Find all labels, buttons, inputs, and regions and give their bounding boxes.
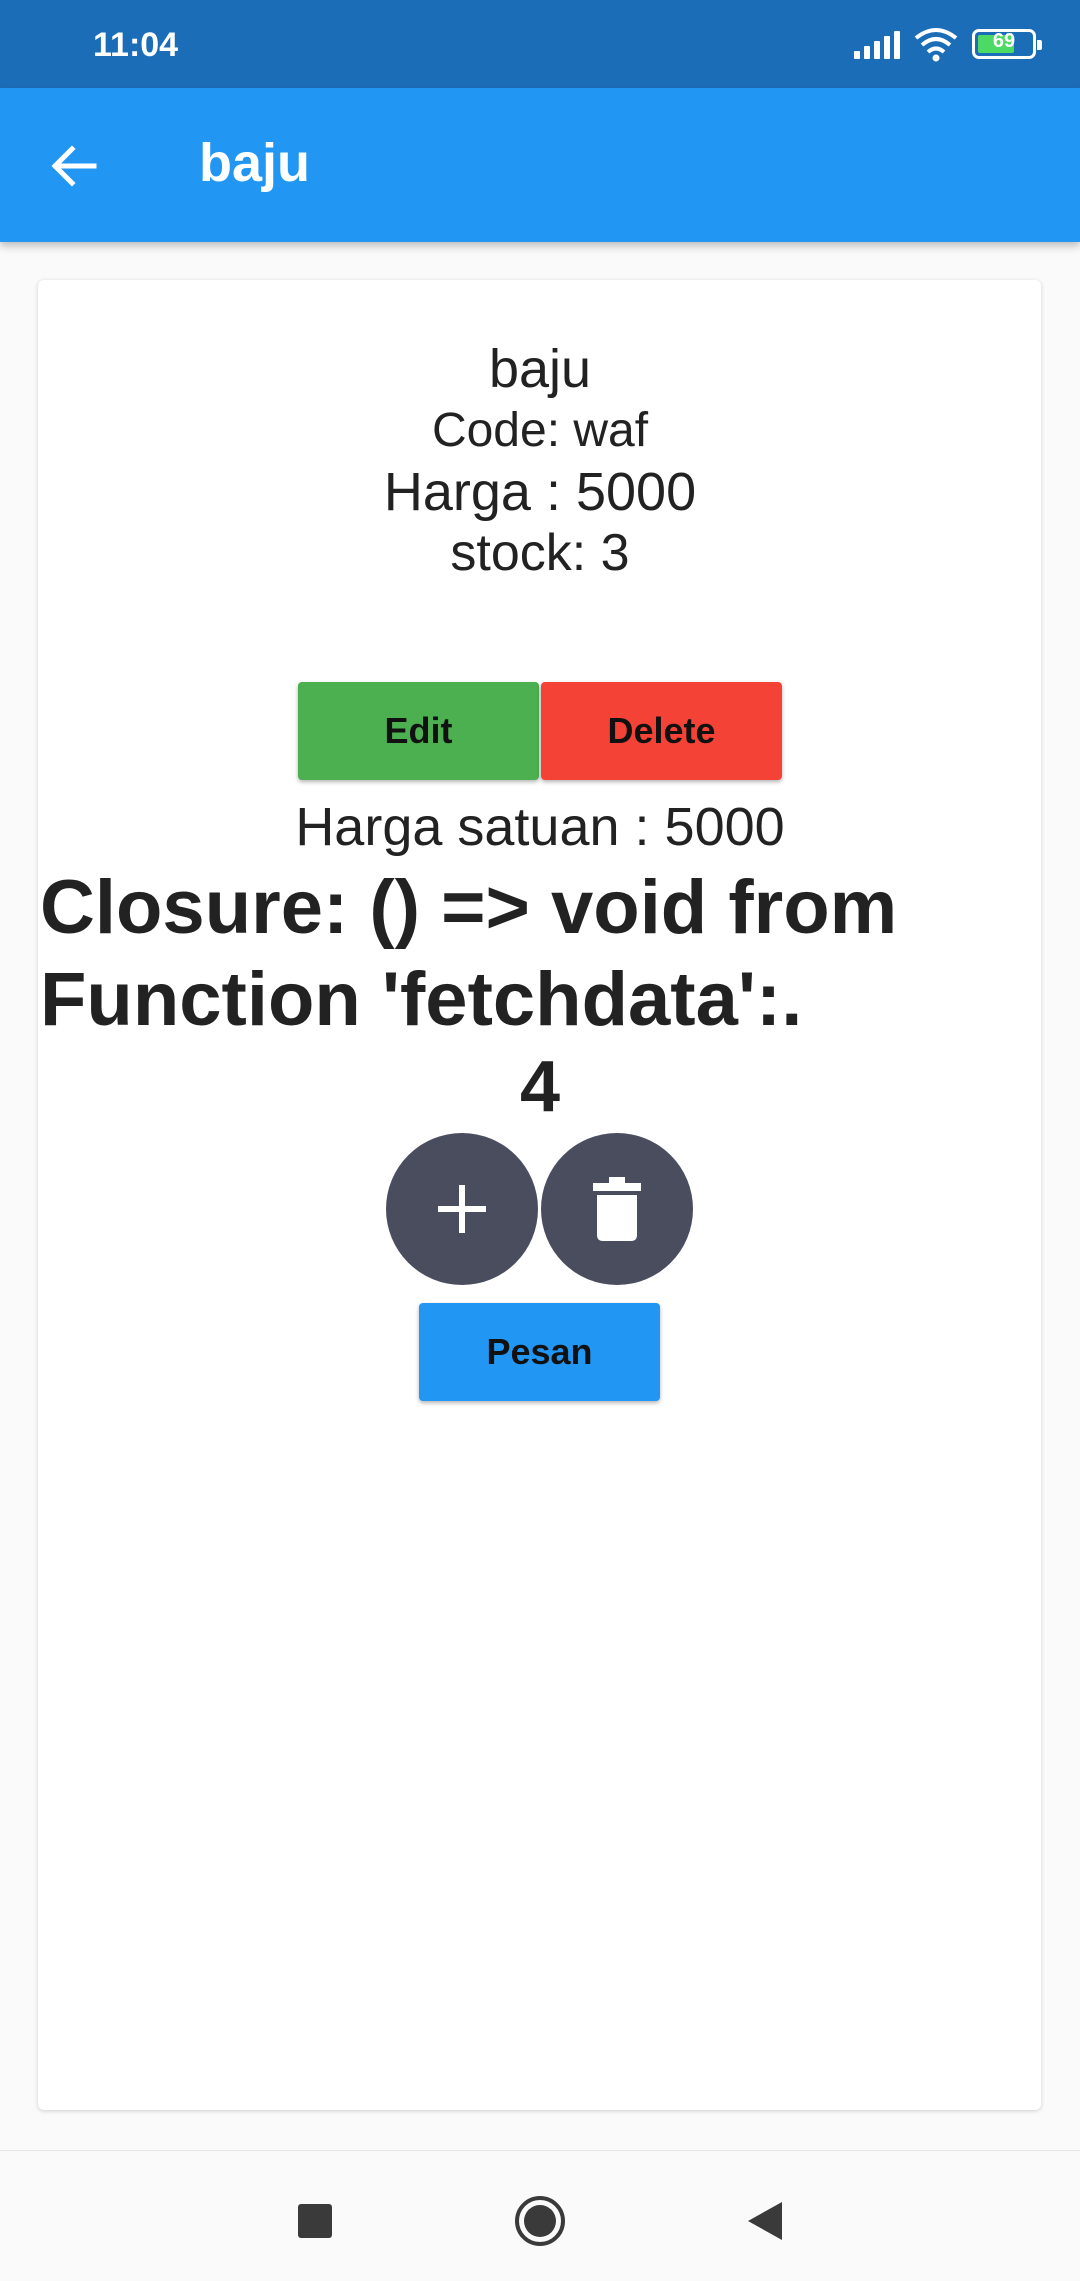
- status-time: 11:04: [93, 26, 179, 64]
- product-stock: stock: 3: [450, 524, 630, 582]
- navigation-bar: [0, 2150, 1080, 2281]
- status-bar: 11:04 69: [0, 0, 1080, 88]
- recent-apps-icon[interactable]: [285, 2191, 345, 2251]
- page-title: baju: [199, 133, 311, 193]
- delete-button[interactable]: Delete: [541, 682, 782, 780]
- order-button[interactable]: Pesan: [419, 1303, 660, 1401]
- product-name: baju: [488, 339, 592, 399]
- unit-price: Harga satuan : 5000: [295, 797, 785, 857]
- quantity-value: 4: [519, 1047, 561, 1127]
- battery-icon: 69: [972, 29, 1042, 59]
- edit-button[interactable]: Edit: [298, 682, 539, 780]
- trash-icon: [593, 1177, 641, 1241]
- signal-icon: [854, 29, 900, 59]
- add-quantity-button[interactable]: [386, 1133, 538, 1285]
- battery-level: 69: [992, 30, 1016, 52]
- closure-text: Closure: () => void from Function 'fetch…: [40, 865, 898, 1042]
- product-price: Harga : 5000: [383, 462, 697, 522]
- arrow-back-icon[interactable]: [46, 138, 102, 194]
- status-icons: 69: [854, 26, 1042, 62]
- remove-quantity-button[interactable]: [541, 1133, 693, 1285]
- plus-icon: [438, 1185, 486, 1233]
- wifi-icon: [914, 28, 958, 62]
- home-icon[interactable]: [510, 2191, 570, 2251]
- app-bar: baju: [0, 88, 1080, 242]
- back-icon[interactable]: [735, 2191, 795, 2251]
- product-code: Code: waf: [431, 404, 649, 457]
